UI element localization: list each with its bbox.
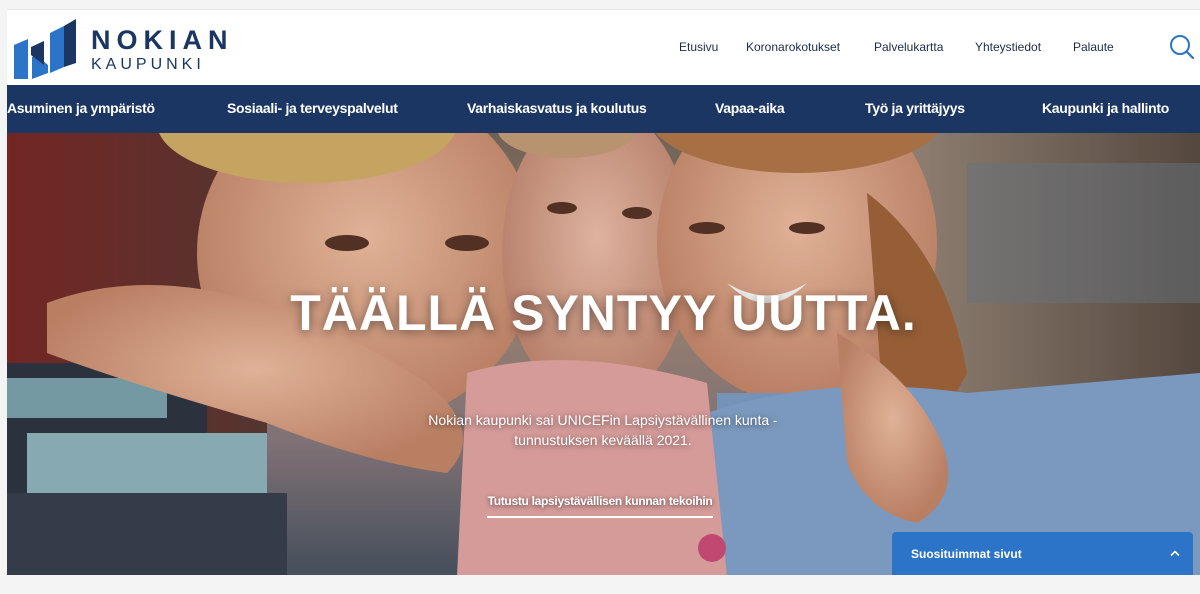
- hero-cta-link[interactable]: Tutustu lapsiystävällisen kunnan tekoihi…: [487, 494, 713, 518]
- main-navigation: Asuminen ja ympäristö Sosiaali- ja terve…: [7, 85, 1200, 133]
- topnav-item-koronarokotukset[interactable]: Koronarokotukset: [746, 40, 840, 54]
- hero-banner: TÄÄLLÄ SYNTYY UUTTA. Nokian kaupunki sai…: [7, 133, 1200, 575]
- topnav-item-yhteystiedot[interactable]: Yhteystiedot: [975, 40, 1041, 54]
- hero-subtitle: Nokian kaupunki sai UNICEFin Lapsiystävä…: [428, 412, 778, 448]
- topnav-item-palaute[interactable]: Palaute: [1073, 40, 1114, 54]
- mainnav-item-sosiaali-terveys[interactable]: Sosiaali- ja terveyspalvelut: [227, 100, 398, 116]
- popular-pages-panel[interactable]: Suosituimmat sivut: [892, 532, 1193, 575]
- mainnav-item-kaupunki-hallinto[interactable]: Kaupunki ja hallinto: [1042, 100, 1169, 116]
- topnav-item-palvelukartta[interactable]: Palvelukartta: [874, 40, 943, 54]
- topnav-item-etusivu[interactable]: Etusivu: [679, 40, 718, 54]
- mainnav-item-asuminen[interactable]: Asuminen ja ympäristö: [7, 100, 155, 116]
- chevron-up-icon[interactable]: [1170, 548, 1180, 558]
- popular-pages-label: Suosituimmat sivut: [911, 547, 1022, 561]
- search-button[interactable]: [1168, 33, 1196, 61]
- mainnav-item-tyo-yrittajyys[interactable]: Työ ja yrittäjyys: [865, 100, 965, 116]
- hero-title: TÄÄLLÄ SYNTYY UUTTA.: [290, 285, 917, 341]
- site-header: NOKIAN KAUPUNKI Etusivu Koronarokotukset…: [7, 10, 1200, 85]
- top-navigation: Etusivu Koronarokotukset Palvelukartta Y…: [7, 40, 1200, 58]
- logo-name-line2: KAUPUNKI: [91, 56, 205, 73]
- page: NOKIAN KAUPUNKI Etusivu Koronarokotukset…: [7, 9, 1200, 575]
- mainnav-item-varhaiskasvatus[interactable]: Varhaiskasvatus ja koulutus: [467, 100, 647, 116]
- search-icon: [1170, 35, 1195, 60]
- mainnav-item-vapaa-aika[interactable]: Vapaa-aika: [715, 100, 785, 116]
